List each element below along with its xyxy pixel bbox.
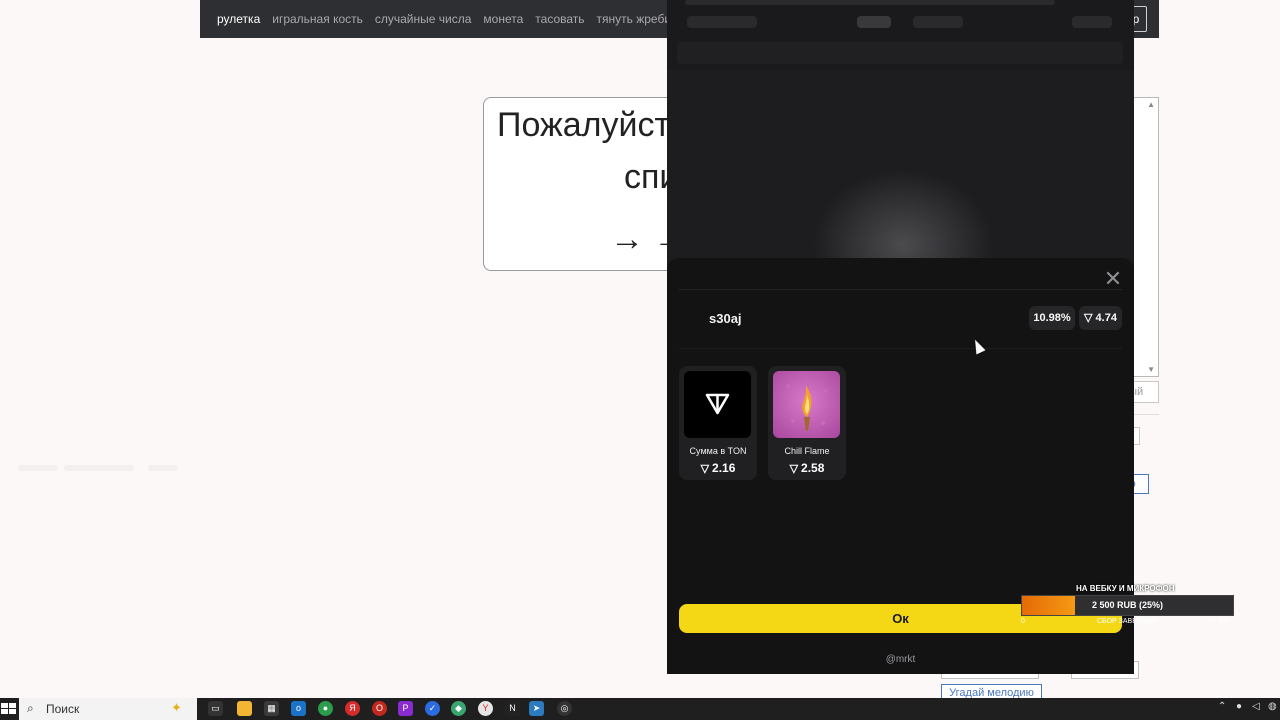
- taskbar-search[interactable]: ⌕ Поиск ✦: [19, 698, 197, 720]
- donation-status: СБОР ЗАВЕРШЕН: [1097, 618, 1158, 625]
- price-value: 2.58: [801, 461, 825, 475]
- app-icon[interactable]: N: [505, 701, 520, 716]
- obs-icon[interactable]: ◎: [557, 701, 572, 716]
- ton-icon: ▽: [789, 463, 799, 475]
- gift-card[interactable]: Chill Flame ▽ 2.58: [768, 366, 846, 480]
- ton-icon: [684, 371, 751, 438]
- donation-progress-bar: 2 500 RUB (25%): [1021, 595, 1234, 616]
- telegram-icon[interactable]: ➤: [529, 701, 544, 716]
- prompt-line1: Пожалуйст: [497, 106, 671, 144]
- price-value: 2.16: [712, 461, 736, 475]
- donation-goal-title: НА ВЕБКУ И МИКРОФОН: [1076, 584, 1175, 593]
- yandex-icon[interactable]: Я: [345, 701, 360, 716]
- scroll-down-icon[interactable]: ▼: [1147, 365, 1155, 374]
- sparkle-icon: ✦: [171, 700, 182, 715]
- nav-item-roulette[interactable]: рулетка: [217, 12, 260, 26]
- yandex-browser-icon[interactable]: Y: [478, 701, 493, 716]
- app-icon[interactable]: P: [398, 701, 413, 716]
- search-icon: ⌕: [27, 701, 34, 715]
- chrome-icon[interactable]: ●: [318, 701, 333, 716]
- blurred-gift-image: [667, 70, 1134, 260]
- chance-badge: 10.98%: [1029, 306, 1075, 330]
- search-placeholder: Поиск: [46, 702, 80, 716]
- gift-card[interactable]: Сумма в TON ▽ 2.16: [679, 366, 757, 480]
- chevron-up-icon[interactable]: ⌃: [1218, 701, 1226, 712]
- footer-handle: @mrkt: [885, 654, 916, 665]
- card-title: Сумма в TON: [689, 446, 747, 456]
- card-price: ▽ 2.58: [768, 461, 846, 475]
- store-icon[interactable]: ▦: [264, 701, 279, 716]
- amount-value: 4.74: [1095, 312, 1117, 324]
- microphone-icon[interactable]: ●: [1236, 701, 1242, 712]
- opera-icon[interactable]: O: [372, 701, 387, 716]
- task-view-icon[interactable]: ▭: [208, 701, 223, 716]
- card-price: ▽ 2.16: [679, 461, 757, 475]
- donation-goal-label: 10 000: [1208, 618, 1230, 625]
- ton-icon: ▽: [700, 463, 710, 475]
- nav-item-draw-lots[interactable]: тянуть жребий: [597, 12, 678, 26]
- nav-item-coin[interactable]: монета: [483, 12, 523, 26]
- divider: [1130, 414, 1159, 415]
- ton-icon: ▽: [1084, 312, 1093, 324]
- blurred-text: [18, 458, 188, 478]
- nav-item-dice[interactable]: игральная кость: [272, 12, 363, 26]
- amount-badge: ▽ 4.74: [1079, 306, 1122, 330]
- app-icon[interactable]: ◆: [451, 701, 466, 716]
- network-icon[interactable]: ◍: [1268, 701, 1277, 712]
- divider: [679, 348, 1122, 349]
- card-title: Chill Flame: [784, 446, 830, 456]
- windows-start-icon[interactable]: [0, 698, 18, 720]
- username: s30aj: [709, 311, 742, 326]
- file-explorer-icon[interactable]: [237, 701, 252, 716]
- mini-app-window: ✕ s30aj 10.98% ▽ 4.74 Сумма в TON ▽2.16: [667, 0, 1134, 674]
- taskbar: ⌕ Поиск ✦ ▭ ▦ o ● Я O P ✓ ◆ Y N ➤ ◎ ⌃ ● …: [0, 698, 1280, 720]
- nav-item-random-numbers[interactable]: случайные числа: [375, 12, 472, 26]
- nav-item-shuffle[interactable]: тасовать: [535, 12, 584, 26]
- participant-row: s30aj 10.98% ▽ 4.74: [679, 304, 1122, 332]
- outlook-icon[interactable]: o: [291, 701, 306, 716]
- check-app-icon[interactable]: ✓: [425, 701, 440, 716]
- blurred-header: [667, 0, 1134, 70]
- close-icon[interactable]: ✕: [1102, 268, 1124, 290]
- chill-flame-image: [773, 371, 840, 438]
- donation-start-label: 0: [1021, 618, 1025, 625]
- donation-amount: 2 500 RUB (25%): [1091, 600, 1164, 610]
- volume-icon[interactable]: ◁: [1252, 701, 1260, 712]
- scroll-up-icon[interactable]: ▲: [1147, 100, 1155, 109]
- divider: [679, 289, 1122, 290]
